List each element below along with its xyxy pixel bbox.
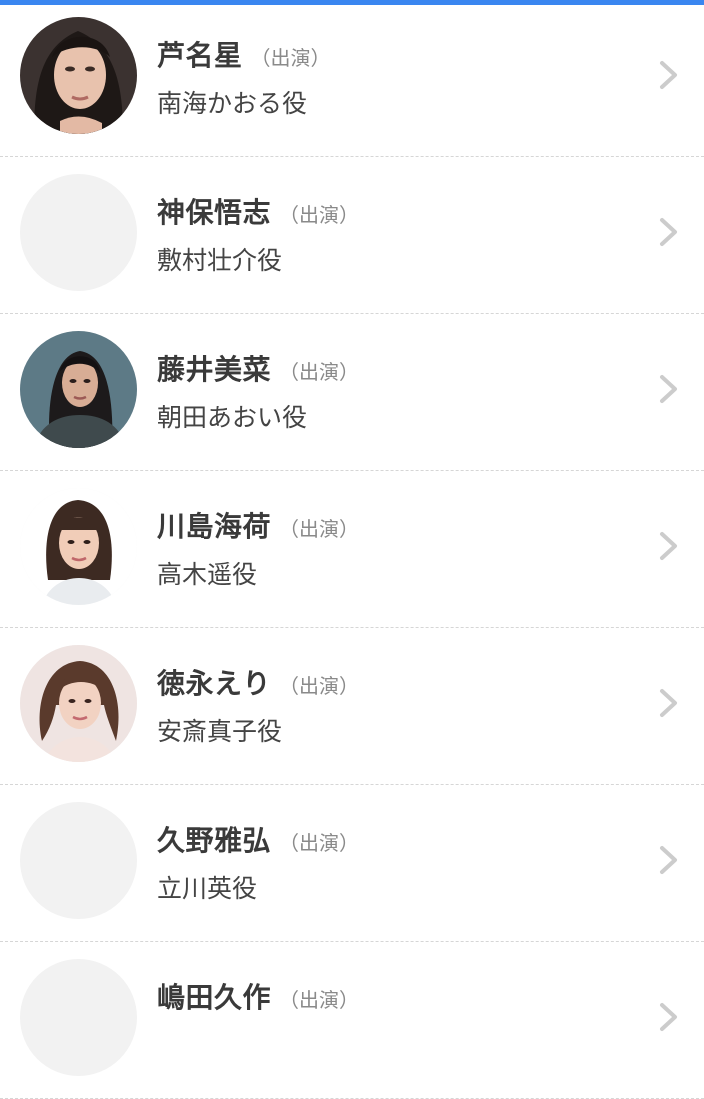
- cast-list-item[interactable]: 川島海荷 （出演） 高木遥役: [0, 471, 704, 628]
- portrait-image: [20, 488, 137, 605]
- avatar-placeholder: [20, 959, 137, 1076]
- role-name: 南海かおる役: [157, 89, 308, 118]
- avatar: [20, 331, 137, 448]
- chevron-right-icon: [658, 1002, 680, 1032]
- role-name: 敷村壮介役: [157, 246, 283, 275]
- avatar: [20, 645, 137, 762]
- cast-list-item[interactable]: 久野雅弘 （出演） 立川英役: [0, 785, 704, 942]
- credit-label: （出演）: [279, 203, 360, 227]
- cast-list-item[interactable]: 藤井美菜 （出演） 朝田あおい役: [0, 314, 704, 471]
- chevron-right-icon: [658, 217, 680, 247]
- actor-name: 芦名星: [157, 39, 243, 72]
- credit-label: （出演）: [279, 988, 360, 1012]
- avatar: [20, 488, 137, 605]
- portrait-image: [20, 17, 137, 134]
- actor-name: 神保悟志: [157, 196, 272, 229]
- cast-list-item[interactable]: 神保悟志 （出演） 敷村壮介役: [0, 157, 704, 314]
- chevron-right-icon: [658, 845, 680, 875]
- role-name: 高木遥役: [157, 560, 258, 589]
- chevron-right-icon: [658, 60, 680, 90]
- role-name: 立川英役: [157, 874, 258, 903]
- chevron-right-icon: [658, 688, 680, 718]
- credit-label: （出演）: [279, 360, 360, 384]
- cast-list: 芦名星 （出演） 南海かおる役 神保悟志 （出演） 敷村壮介役 藤井美菜 （出演…: [0, 0, 704, 1099]
- actor-name: 藤井美菜: [157, 353, 272, 386]
- role-name: 朝田あおい役: [157, 403, 308, 432]
- avatar: [20, 17, 137, 134]
- avatar-placeholder: [20, 802, 137, 919]
- actor-name: 徳永えり: [157, 667, 272, 700]
- cast-list-item[interactable]: 徳永えり （出演） 安斎真子役: [0, 628, 704, 785]
- credit-label: （出演）: [279, 674, 360, 698]
- cast-list-item[interactable]: 芦名星 （出演） 南海かおる役: [0, 0, 704, 157]
- credit-label: （出演）: [279, 831, 360, 855]
- actor-name: 川島海荷: [157, 510, 272, 543]
- portrait-image: [20, 645, 137, 762]
- actor-name: 嶋田久作: [157, 981, 272, 1014]
- cast-list-item[interactable]: 嶋田久作 （出演）: [0, 942, 704, 1099]
- role-name: 安斎真子役: [157, 717, 283, 746]
- credit-label: （出演）: [279, 517, 360, 541]
- portrait-image: [20, 331, 137, 448]
- actor-name: 久野雅弘: [157, 824, 272, 857]
- chevron-right-icon: [658, 374, 680, 404]
- avatar-placeholder: [20, 174, 137, 291]
- credit-label: （出演）: [250, 46, 331, 70]
- chevron-right-icon: [658, 531, 680, 561]
